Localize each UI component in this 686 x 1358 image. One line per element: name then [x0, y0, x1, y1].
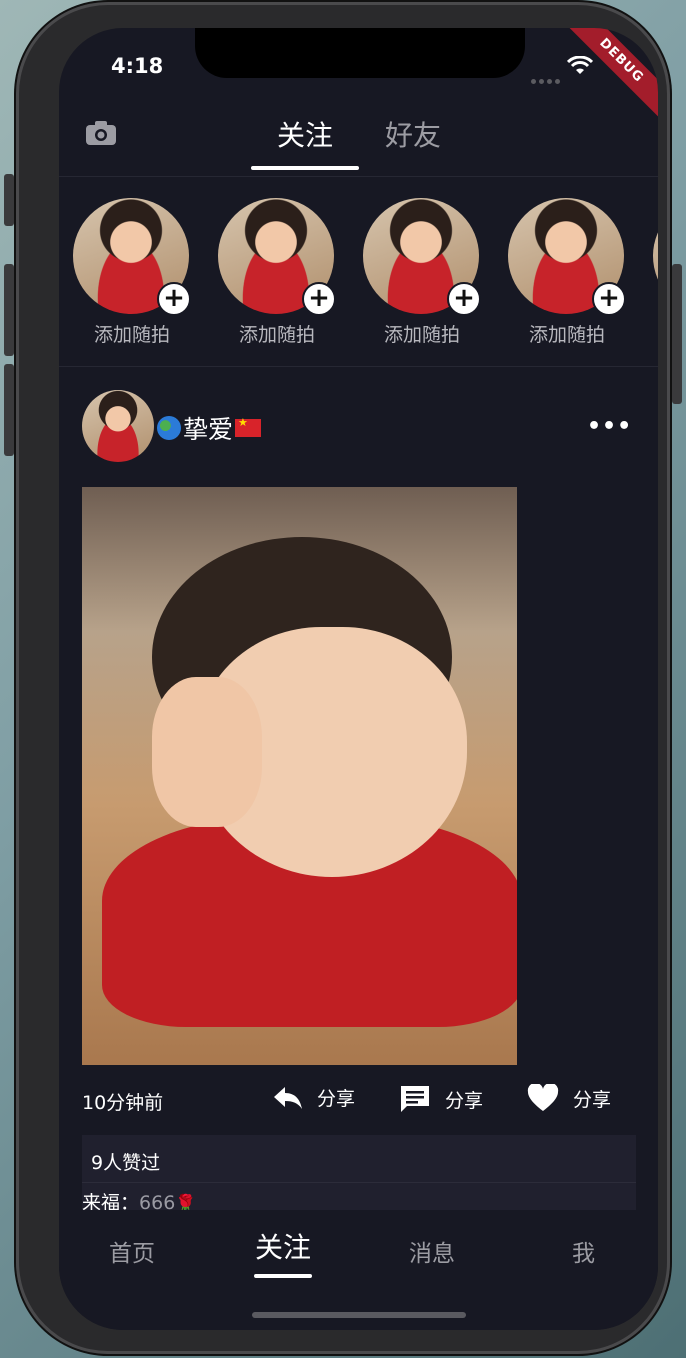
mute-switch — [4, 174, 14, 226]
reply-icon — [274, 1086, 302, 1109]
more-options-icon[interactable]: ••• — [587, 414, 632, 439]
volume-down-button — [4, 364, 14, 456]
china-flag-icon — [235, 416, 262, 437]
phone-frame: DEBUG 4:18 关注 好友 + 添加随拍 + 添加随拍 + 添加随拍 + … — [4, 2, 682, 1354]
story-item[interactable]: + 添加随拍 — [218, 198, 336, 347]
likes-count[interactable]: 9人赞过 — [91, 1148, 160, 1175]
share-label: 分享 — [317, 1088, 356, 1110]
nav-me[interactable]: 我 — [572, 1234, 595, 1268]
add-icon: + — [592, 282, 626, 316]
post-time: 10分钟前 — [82, 1092, 164, 1114]
notch — [195, 28, 525, 78]
story-label: 添加随拍 — [238, 324, 315, 346]
tab-indicator — [251, 166, 359, 170]
story-item[interactable]: + 添加随拍 — [508, 198, 626, 347]
story-label: 添加随拍 — [93, 324, 170, 346]
comment-icon — [401, 1086, 429, 1112]
cellular-signal-icon — [531, 69, 563, 88]
heart-icon — [527, 1084, 559, 1111]
wifi-icon — [567, 56, 593, 74]
tab-friends[interactable]: 好友 — [385, 114, 441, 154]
story-label: 添加随拍 — [528, 324, 605, 346]
stories-divider — [59, 366, 658, 367]
add-icon: + — [302, 282, 336, 316]
globe-icon — [157, 416, 181, 440]
story-item-partial[interactable] — [653, 198, 658, 314]
tab-follow[interactable]: 关注 — [277, 114, 333, 154]
post-author[interactable]: 挚爱 — [157, 410, 262, 446]
comment-label: 分享 — [445, 1089, 484, 1112]
post-photo[interactable] — [82, 487, 517, 1065]
add-icon: + — [157, 282, 191, 316]
story-item[interactable]: + 添加随拍 — [363, 198, 481, 347]
post-author-avatar[interactable] — [82, 390, 154, 462]
story-avatar — [653, 198, 658, 314]
add-icon: + — [447, 282, 481, 316]
nav-messages[interactable]: 消息 — [409, 1234, 455, 1268]
nav-home[interactable]: 首页 — [109, 1234, 155, 1268]
top-bar-divider — [59, 176, 658, 177]
nav-follow[interactable]: 关注 — [255, 1226, 311, 1266]
comment-button[interactable]: 分享 — [399, 1084, 483, 1114]
share-button[interactable]: 分享 — [273, 1084, 355, 1111]
like-label: 分享 — [573, 1088, 612, 1111]
story-label: 添加随拍 — [383, 324, 460, 346]
nav-indicator — [254, 1274, 312, 1278]
like-button[interactable]: 分享 — [527, 1084, 611, 1112]
volume-up-button — [4, 264, 14, 356]
camera-icon[interactable] — [85, 120, 117, 146]
status-time: 4:18 — [111, 54, 164, 78]
post-author-name: 挚爱 — [183, 415, 234, 444]
story-item[interactable]: + 添加随拍 — [73, 198, 191, 347]
likes-divider — [82, 1182, 636, 1183]
power-button — [672, 264, 682, 404]
app-screen: DEBUG 4:18 关注 好友 + 添加随拍 + 添加随拍 + 添加随拍 + … — [59, 28, 658, 1330]
home-indicator[interactable] — [252, 1312, 466, 1318]
